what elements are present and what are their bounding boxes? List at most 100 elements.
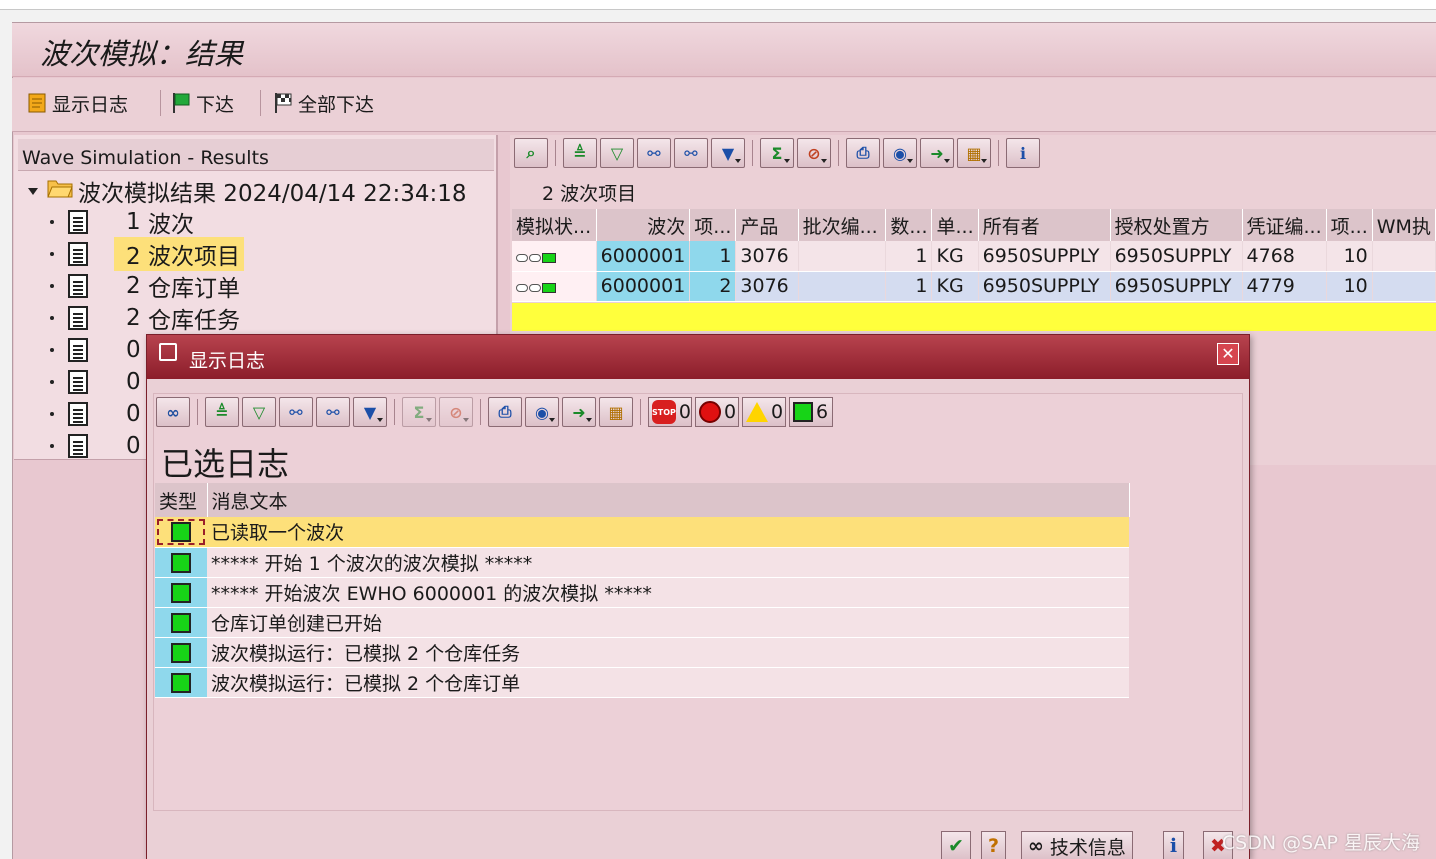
column-header-message[interactable]: 消息文本 — [207, 483, 1130, 517]
wave-cell[interactable]: 6000001 — [596, 271, 691, 302]
column-header[interactable]: 批次编... — [798, 209, 887, 241]
print-icon[interactable]: ⎙ — [488, 397, 522, 427]
confirm-button[interactable]: ✔ — [941, 831, 971, 859]
close-button[interactable]: ✕ — [1217, 343, 1239, 365]
info-icon[interactable]: ℹ — [1006, 138, 1040, 168]
unit-cell[interactable]: KG — [931, 271, 979, 302]
log-row[interactable]: ***** 开始 1 个波次的波次模拟 ***** — [155, 547, 1129, 578]
sort-descending-icon[interactable]: ▽ — [600, 138, 634, 168]
bullet-icon — [50, 348, 54, 352]
filter-icon[interactable]: ▼ — [353, 397, 387, 427]
find-icon[interactable]: ⚯ — [637, 138, 671, 168]
tree-item[interactable]: 0 — [50, 366, 141, 398]
wm-cell[interactable] — [1372, 241, 1436, 272]
qty-cell[interactable]: 1 — [885, 271, 933, 302]
column-header[interactable]: 所有者 — [978, 209, 1111, 241]
document-cell[interactable]: 4768 — [1242, 241, 1327, 272]
column-header[interactable]: WM执 — [1372, 209, 1436, 241]
item-cell[interactable]: 1 — [689, 241, 737, 272]
sort-descending-icon[interactable]: ▽ — [242, 397, 276, 427]
tree-item-label: 仓库任务 — [147, 308, 240, 334]
table-row[interactable]: 6000001 2 3076 1 KG 6950SUPPLY 6950SUPPL… — [512, 271, 1436, 302]
checkmark-icon: ✔ — [948, 835, 964, 857]
message-cell[interactable]: 已读取一个波次 — [207, 517, 1129, 548]
warning-messages-filter[interactable]: 0 — [742, 397, 786, 427]
print-icon[interactable]: ⎙ — [846, 138, 880, 168]
help-button[interactable]: ? — [981, 831, 1007, 859]
table-row[interactable]: 6000001 1 3076 1 KG 6950SUPPLY 6950SUPPL… — [512, 241, 1436, 272]
tree-item[interactable]: 0 — [50, 334, 141, 366]
find-next-icon[interactable]: ⚯ — [674, 138, 708, 168]
error-messages-filter[interactable]: 0 — [695, 397, 739, 427]
details-icon[interactable]: ⌕ — [514, 138, 548, 168]
layout-icon[interactable]: ▦ — [599, 397, 633, 427]
technical-info-button[interactable]: ∞ 技术信息 — [1021, 831, 1133, 859]
sort-ascending-icon[interactable]: ≜ — [563, 138, 597, 168]
batch-cell[interactable] — [798, 241, 887, 272]
export-icon[interactable]: ➜ — [562, 397, 596, 427]
log-row[interactable]: 波次模拟运行：已模拟 2 个仓库任务 — [155, 637, 1129, 668]
log-row[interactable]: 仓库订单创建已开始 — [155, 607, 1129, 638]
dialog-title-bar[interactable]: 显示日志 ✕ — [147, 335, 1249, 379]
tree-item[interactable]: 2 仓库任务 — [50, 302, 240, 334]
info-button[interactable]: ℹ — [1163, 831, 1185, 859]
tree-item-selected[interactable]: 2 波次项目 — [50, 237, 244, 271]
log-messages-table: 类型 消息文本 已读取一个波次 ***** 开始 1 个波次的波次模拟 ****… — [155, 483, 1130, 698]
find-icon[interactable]: ⚯ — [279, 397, 313, 427]
subtotal-icon[interactable]: ⊘ — [797, 138, 831, 168]
sort-ascending-icon[interactable]: ≜ — [205, 397, 239, 427]
product-cell[interactable]: 3076 — [735, 271, 799, 302]
views-icon[interactable]: ◉ — [883, 138, 917, 168]
log-row[interactable]: 波次模拟运行：已模拟 2 个仓库订单 — [155, 667, 1129, 698]
disposer-cell[interactable]: 6950SUPPLY — [1110, 241, 1243, 272]
column-header[interactable]: 项... — [689, 209, 737, 241]
product-cell[interactable]: 3076 — [735, 241, 799, 272]
message-cell[interactable]: 波次模拟运行：已模拟 2 个仓库订单 — [207, 667, 1129, 698]
expand-triangle-icon[interactable] — [28, 187, 38, 195]
release-button[interactable]: 下达 — [170, 88, 234, 118]
column-header[interactable]: 凭证编... — [1242, 209, 1327, 241]
column-header[interactable]: 产品 — [735, 209, 799, 241]
export-icon[interactable]: ➜ — [920, 138, 954, 168]
layout-icon[interactable]: ▦ — [957, 138, 991, 168]
item-cell[interactable]: 2 — [689, 271, 737, 302]
tree-item[interactable]: 0 — [50, 398, 141, 430]
doc-item-cell[interactable]: 10 — [1326, 241, 1373, 272]
disposer-cell[interactable]: 6950SUPPLY — [1110, 271, 1243, 302]
wm-cell[interactable] — [1372, 271, 1436, 302]
detail-glasses-icon[interactable]: ∞ — [156, 397, 190, 427]
column-header[interactable]: 授权处置方 — [1110, 209, 1243, 241]
message-cell[interactable]: ***** 开始 1 个波次的波次模拟 ***** — [207, 547, 1129, 578]
message-cell[interactable]: ***** 开始波次 EWHO 6000001 的波次模拟 ***** — [207, 577, 1129, 608]
stop-messages-filter[interactable]: STOP 0 — [648, 397, 692, 427]
sum-icon[interactable]: Σ — [760, 138, 794, 168]
views-icon[interactable]: ◉ — [525, 397, 559, 427]
unit-cell[interactable]: KG — [931, 241, 979, 272]
column-header[interactable]: 数... — [885, 209, 933, 241]
tree-item[interactable]: 2 仓库订单 — [50, 270, 240, 302]
owner-cell[interactable]: 6950SUPPLY — [978, 271, 1111, 302]
document-cell[interactable]: 4779 — [1242, 271, 1327, 302]
tree-item[interactable]: 0 — [50, 430, 141, 462]
tree-root-node[interactable]: 波次模拟结果 2024/04/14 22:34:18 — [28, 175, 466, 207]
find-next-icon[interactable]: ⚯ — [316, 397, 350, 427]
tree-item[interactable]: 1 波次 — [50, 206, 194, 238]
column-header-type[interactable]: 类型 — [155, 483, 208, 517]
filter-icon[interactable]: ▼ — [711, 138, 745, 168]
column-header[interactable]: 单... — [931, 209, 979, 241]
log-row[interactable]: ***** 开始波次 EWHO 6000001 的波次模拟 ***** — [155, 577, 1129, 608]
column-header[interactable]: 模拟状... — [512, 209, 597, 241]
column-header[interactable]: 波次 — [596, 209, 691, 241]
success-messages-filter[interactable]: 6 — [789, 397, 833, 427]
owner-cell[interactable]: 6950SUPPLY — [978, 241, 1111, 272]
show-log-button[interactable]: 显示日志 — [26, 88, 128, 118]
wave-cell[interactable]: 6000001 — [596, 241, 691, 272]
batch-cell[interactable] — [798, 271, 887, 302]
message-cell[interactable]: 波次模拟运行：已模拟 2 个仓库任务 — [207, 637, 1129, 668]
message-cell[interactable]: 仓库订单创建已开始 — [207, 607, 1129, 638]
release-all-button[interactable]: 全部下达 — [272, 88, 374, 118]
column-header[interactable]: 项... — [1326, 209, 1373, 241]
qty-cell[interactable]: 1 — [885, 241, 933, 272]
doc-item-cell[interactable]: 10 — [1326, 271, 1373, 302]
log-row-selected[interactable]: 已读取一个波次 — [155, 517, 1129, 548]
